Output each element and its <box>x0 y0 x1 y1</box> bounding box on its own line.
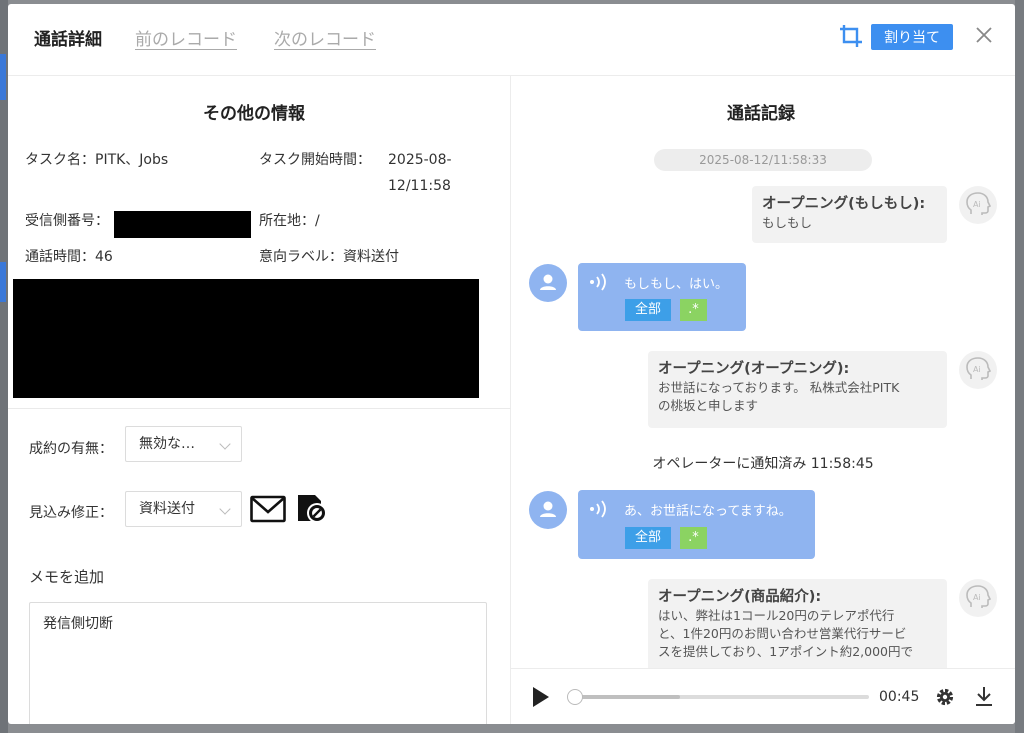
prospect-value: 資料送付 <box>139 501 195 517</box>
svg-text:Ai: Ai <box>973 200 981 209</box>
play-icon[interactable] <box>531 686 551 708</box>
contract-status-value: 無効な… <box>139 436 195 452</box>
redacted-phone <box>114 211 251 238</box>
background-left-accent <box>0 262 6 302</box>
memo-textarea[interactable]: 発信側切断 <box>29 602 487 724</box>
ai-message: オープニング(もしもし): もしもし <box>752 186 947 243</box>
info-section-title: その他の情報 <box>203 104 305 124</box>
call-duration: 通話時間：46 <box>25 249 113 265</box>
close-icon[interactable] <box>974 25 994 45</box>
task-start-value: 2025-08- <box>388 152 452 168</box>
audio-progress-handle[interactable] <box>567 689 583 705</box>
blocked-document-icon[interactable] <box>295 492 328 524</box>
sound-wave-icon[interactable] <box>588 499 610 519</box>
ai-message-heading: オープニング(商品紹介): <box>658 589 822 605</box>
user-message: もしもし、はい。 全部 .* <box>578 263 746 331</box>
info-panel: その他の情報 タスク名：PITK、Jobs タスク開始時間： 2025-08- … <box>8 76 511 724</box>
settings-gear-icon[interactable] <box>935 687 955 707</box>
intent-label: 意向ラベル：資料送付 <box>259 249 399 265</box>
ai-message: オープニング(商品紹介): はい、弊社は1コール20円のテレアポ代行 と、1件2… <box>648 579 947 668</box>
audio-progress-fill <box>573 695 680 699</box>
mail-icon[interactable] <box>250 494 286 524</box>
prospect-edit-label: 見込み修正： <box>29 505 113 521</box>
section-divider <box>8 408 511 409</box>
tag-all[interactable]: 全部 <box>625 527 671 549</box>
ai-head-icon: Ai <box>966 192 992 215</box>
user-icon <box>540 274 556 290</box>
contract-status-label: 成約の有無： <box>29 441 113 457</box>
next-record-link[interactable]: 次のレコード <box>274 25 376 50</box>
record-section-title: 通話記録 <box>727 104 795 124</box>
ai-message-body: スを提供しており、1アポイント約2,000円で <box>658 644 913 659</box>
user-avatar <box>529 491 567 529</box>
ai-message-body: お世話になっております。 私株式会社PITK <box>658 380 900 395</box>
chevron-down-icon <box>219 438 231 450</box>
ai-avatar: Ai <box>959 186 997 224</box>
chat-transcript[interactable]: 通話記録 2025-08-12/11:58:33 オープニング(もしもし): も… <box>511 76 1015 668</box>
operator-notification: オペレーターに通知済み 11:58:45 <box>652 456 874 472</box>
ai-head-icon: Ai <box>966 585 992 608</box>
download-icon[interactable] <box>974 685 994 707</box>
task-start-value-cont: 12/11:58 <box>388 178 451 194</box>
sound-wave-icon[interactable] <box>588 272 610 292</box>
call-record-panel: 通話記録 2025-08-12/11:58:33 オープニング(もしもし): も… <box>511 76 1015 724</box>
background-left-strip <box>0 0 8 733</box>
ai-message: オープニング(オープニング): お世話になっております。 私株式会社PITK の… <box>648 351 947 428</box>
ai-message-body: と、1件20円のお問い合わせ営業代行サービ <box>658 626 907 641</box>
ai-message-heading: オープニング(オープニング): <box>658 361 850 377</box>
background-left-accent <box>0 54 6 100</box>
task-name: タスク名：PITK、Jobs <box>25 152 169 168</box>
ai-avatar: Ai <box>959 351 997 389</box>
record-date: 2025-08-12/11:58:33 <box>654 149 872 171</box>
audio-time: 00:45 <box>879 689 920 705</box>
svg-text:Ai: Ai <box>973 365 981 374</box>
location: 所在地：/ <box>259 213 320 229</box>
ai-head-icon: Ai <box>966 357 992 380</box>
task-start-label: タスク開始時間： <box>259 152 371 168</box>
user-icon <box>540 501 556 517</box>
ai-message-heading: オープニング(もしもし): <box>762 196 926 212</box>
tag-regex[interactable]: .* <box>680 299 707 321</box>
modal-header: 通話詳細 前のレコード 次のレコード 割り当て <box>8 4 1015 76</box>
user-message-text: もしもし、はい。 <box>624 277 729 292</box>
redacted-block <box>13 279 479 398</box>
modal-title: 通話詳細 <box>34 30 102 50</box>
ai-avatar: Ai <box>959 579 997 617</box>
prospect-select[interactable]: 資料送付 <box>125 491 242 527</box>
user-message: あ、お世話になってますね。 全部 .* <box>578 490 815 559</box>
background-right-strip <box>1015 0 1024 733</box>
user-message-text: あ、お世話になってますね。 <box>624 504 792 519</box>
ai-message-body: もしもし <box>762 215 813 230</box>
assign-button[interactable]: 割り当て <box>871 24 953 50</box>
contract-status-select[interactable]: 無効な… <box>125 426 242 462</box>
call-detail-modal: 通話詳細 前のレコード 次のレコード 割り当て その他の情報 タスク名：PITK… <box>8 4 1015 724</box>
memo-label: メモを追加 <box>29 568 105 586</box>
audio-player: 00:45 <box>511 668 1015 724</box>
prev-record-link[interactable]: 前のレコード <box>135 25 237 50</box>
user-avatar <box>529 264 567 302</box>
receiver-number-label: 受信側番号： <box>25 213 109 229</box>
tag-regex[interactable]: .* <box>680 527 707 549</box>
svg-text:Ai: Ai <box>973 593 981 602</box>
tag-all[interactable]: 全部 <box>625 299 671 321</box>
ai-message-body: の桃坂と申します <box>658 398 759 413</box>
audio-progress-track[interactable] <box>573 695 869 699</box>
crop-icon[interactable] <box>838 23 864 49</box>
ai-message-body: はい、弊社は1コール20円のテレアポ代行 <box>658 608 895 623</box>
chevron-down-icon <box>219 503 231 515</box>
